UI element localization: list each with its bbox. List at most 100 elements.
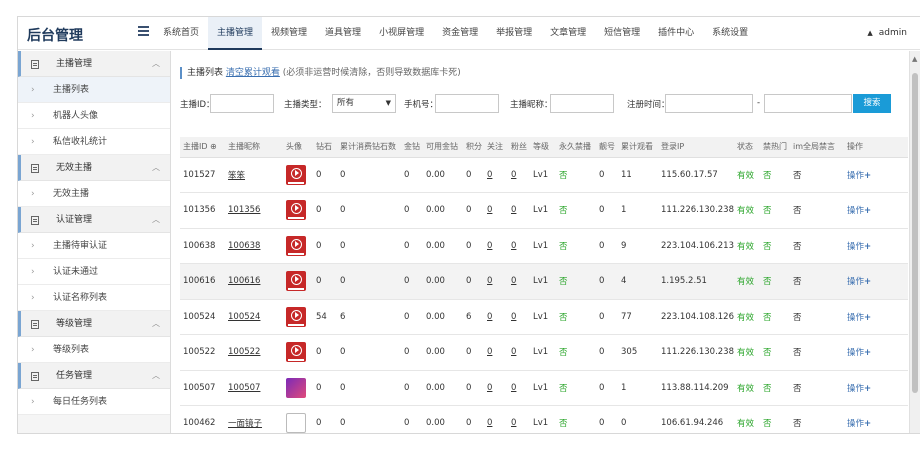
operation-menu[interactable]: 操作+ — [847, 348, 871, 358]
phone-label: 手机号： — [404, 100, 439, 110]
cell-im: 否 — [790, 299, 844, 335]
cell-op: 操作+ — [844, 299, 908, 335]
cell-fans: 0 — [508, 334, 530, 371]
sidebar-item-label: 认证未通过 — [53, 267, 99, 277]
cell-score: 0 — [463, 263, 484, 300]
sidebar-group-4[interactable]: 任务管理 ︿ — [18, 363, 170, 389]
operation-menu[interactable]: 操作+ — [847, 277, 871, 287]
table-row[interactable]: 100616 100616 0 0 0 0.00 0 0 0 Lv1 否 0 4 1.195.2.51 有效… — [180, 263, 908, 300]
sidebar-item-2-2[interactable]: › 认证名称列表 — [18, 285, 170, 311]
table-row[interactable]: 100462 一面镜子 0 0 0 0.00 0 0 0 Lv1 否 0 0 106.61.94.246 有… — [180, 405, 908, 433]
cell-avatar — [283, 299, 313, 335]
anchor-type-select[interactable]: 所有 ▼ — [332, 94, 396, 113]
hot-value: 否 — [763, 419, 772, 430]
fans-link[interactable]: 0 — [511, 276, 516, 286]
nav-item-6[interactable]: 举报管理 — [487, 17, 541, 50]
operation-menu[interactable]: 操作+ — [847, 171, 871, 181]
operation-menu[interactable]: 操作+ — [847, 242, 871, 252]
fans-link[interactable]: 0 — [511, 170, 516, 180]
nickname-link[interactable]: 100524 — [228, 312, 260, 322]
cell-gold: 0 — [401, 157, 423, 193]
anchor-type-value: 所有 — [337, 98, 355, 108]
table-row[interactable]: 100638 100638 0 0 0 0.00 0 0 0 Lv1 否 0 9 223.104.106.… — [180, 228, 908, 264]
scroll-up-icon[interactable]: ▲ — [912, 55, 917, 63]
sidebar-item-2-0[interactable]: › 主播待审认证 — [18, 233, 170, 259]
cell-op: 操作+ — [844, 334, 908, 371]
sidebar-group-label: 任务管理 — [56, 371, 93, 381]
table-row[interactable]: 100524 100524 54 6 0 0.00 6 0 0 Lv1 否 0 77 223.104.10… — [180, 299, 908, 335]
follow-link[interactable]: 0 — [487, 312, 492, 322]
column-header-0[interactable]: 主播ID ⊕ — [180, 137, 225, 158]
nav-item-1[interactable]: 主播管理 — [208, 17, 263, 50]
document-icon — [31, 216, 39, 225]
nav-item-4[interactable]: 小视屏管理 — [370, 17, 433, 50]
cell-nick: 100638 — [225, 228, 283, 264]
fans-link[interactable]: 0 — [511, 312, 516, 322]
operation-menu[interactable]: 操作+ — [847, 384, 871, 394]
fans-link[interactable]: 0 — [511, 241, 516, 251]
follow-link[interactable]: 0 — [487, 241, 492, 251]
ban-value: 否 — [559, 206, 568, 217]
table-row[interactable]: 100522 100522 0 0 0 0.00 0 0 0 Lv1 否 0 305 111.226.13… — [180, 334, 908, 371]
cell-watch: 1 — [618, 370, 658, 406]
operation-menu[interactable]: 操作+ — [847, 313, 871, 323]
nickname-link[interactable]: 100507 — [228, 383, 260, 393]
table-row[interactable]: 101356 101356 0 0 0 0.00 0 0 0 Lv1 否 0 1 111.226.130.… — [180, 192, 908, 229]
nickname-link[interactable]: 100522 — [228, 347, 260, 357]
sidebar-item-4-0[interactable]: › 每日任务列表 — [18, 389, 170, 415]
nav-item-5[interactable]: 资金管理 — [433, 17, 487, 50]
cell-consume: 0 — [337, 263, 401, 300]
follow-link[interactable]: 0 — [487, 383, 492, 393]
plus-icon: + — [864, 170, 872, 181]
follow-link[interactable]: 0 — [487, 170, 492, 180]
column-header-4: 累计消费钻石数 — [337, 137, 401, 158]
nickname-link[interactable]: 101356 — [228, 205, 260, 215]
nav-item-10[interactable]: 系统设置 — [703, 17, 757, 50]
follow-link[interactable]: 0 — [487, 276, 492, 286]
cell-watch: 305 — [618, 334, 658, 371]
sidebar-group-0[interactable]: 主播管理 ︿ — [18, 51, 170, 77]
follow-link[interactable]: 0 — [487, 418, 492, 428]
user-menu[interactable]: ▲ admin — [867, 17, 907, 50]
fans-link[interactable]: 0 — [511, 418, 516, 428]
fans-link[interactable]: 0 — [511, 383, 516, 393]
register-start-input[interactable] — [665, 94, 753, 113]
fans-link[interactable]: 0 — [511, 347, 516, 357]
phone-input[interactable] — [435, 94, 499, 113]
scrollbar-thumb[interactable] — [912, 73, 918, 393]
table-row[interactable]: 100507 100507 0 0 0 0.00 0 0 0 Lv1 否 0 1 113.88.114.2… — [180, 370, 908, 406]
sidebar-item-0-2[interactable]: › 私信收礼统计 — [18, 129, 170, 155]
sidebar-item-1-0[interactable]: › 无效主播 — [18, 181, 170, 207]
nickname-link[interactable]: 笨笨 — [228, 171, 245, 181]
nav-item-9[interactable]: 插件中心 — [649, 17, 703, 50]
anchor-id-input[interactable] — [210, 94, 274, 113]
follow-link[interactable]: 0 — [487, 205, 492, 215]
nav-item-3[interactable]: 道具管理 — [316, 17, 370, 50]
avatar-label-bar — [288, 288, 304, 291]
nickname-link[interactable]: 100638 — [228, 241, 260, 251]
operation-menu[interactable]: 操作+ — [847, 206, 871, 216]
vertical-scrollbar[interactable]: ▲ — [909, 51, 920, 433]
menu-toggle-icon[interactable] — [138, 26, 149, 36]
nav-item-8[interactable]: 短信管理 — [595, 17, 649, 50]
follow-link[interactable]: 0 — [487, 347, 492, 357]
operation-menu[interactable]: 操作+ — [847, 419, 871, 429]
sidebar-item-0-1[interactable]: › 机器人头像 — [18, 103, 170, 129]
nickname-input[interactable] — [550, 94, 614, 113]
sidebar-group-3[interactable]: 等级管理 ︿ — [18, 311, 170, 337]
nickname-link[interactable]: 一面镜子 — [228, 419, 262, 429]
sidebar-item-2-1[interactable]: › 认证未通过 — [18, 259, 170, 285]
register-end-input[interactable] — [764, 94, 852, 113]
nav-item-7[interactable]: 文章管理 — [541, 17, 595, 50]
nav-item-2[interactable]: 视频管理 — [262, 17, 316, 50]
nickname-link[interactable]: 100616 — [228, 276, 260, 286]
nav-item-0[interactable]: 系统首页 — [154, 17, 208, 50]
fans-link[interactable]: 0 — [511, 205, 516, 215]
table-row[interactable]: 101527 笨笨 0 0 0 0.00 0 0 0 Lv1 否 0 11 115.60.17.57 有效否… — [180, 157, 908, 193]
sidebar-item-3-0[interactable]: › 等级列表 — [18, 337, 170, 363]
sidebar-item-0-0[interactable]: › 主播列表 — [18, 77, 170, 103]
search-button[interactable]: 搜索 — [853, 94, 891, 113]
sidebar-group-2[interactable]: 认证管理 ︿ — [18, 207, 170, 233]
sidebar-group-1[interactable]: 无效主播 ︿ — [18, 155, 170, 181]
clear-watch-link[interactable]: 清空累计观看 — [226, 68, 280, 78]
